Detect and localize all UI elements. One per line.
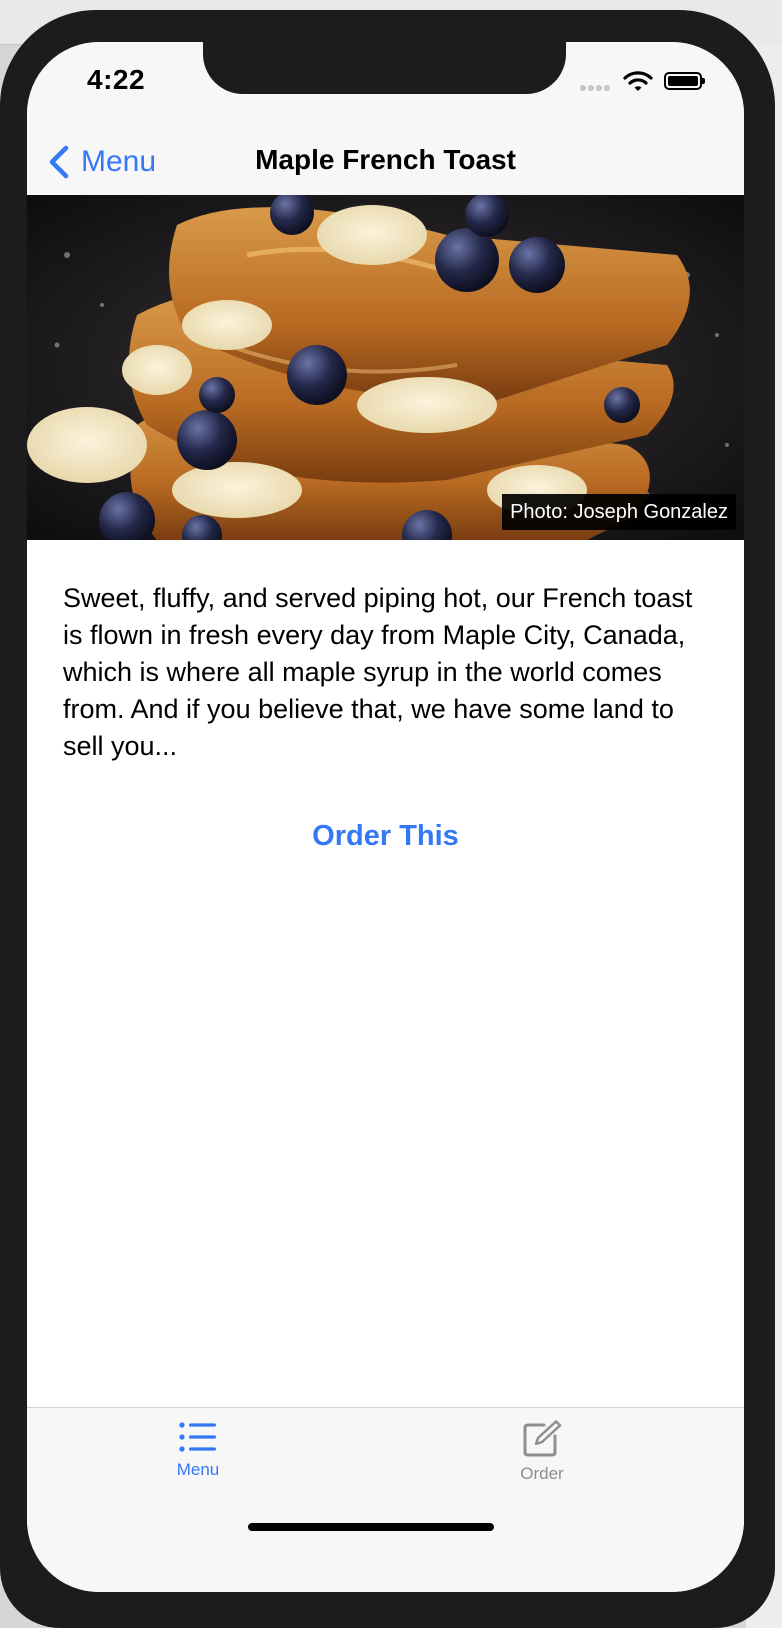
compose-icon bbox=[523, 1420, 562, 1457]
battery-icon bbox=[664, 72, 705, 90]
hero-image: Photo: Joseph Gonzalez bbox=[27, 195, 744, 540]
tab-menu[interactable]: Menu bbox=[138, 1420, 258, 1480]
tab-order[interactable]: Order bbox=[482, 1420, 602, 1484]
item-description: Sweet, fluffy, and served piping hot, ou… bbox=[63, 583, 693, 761]
page-title: Maple French Toast bbox=[255, 144, 516, 175]
tab-order-label: Order bbox=[520, 1464, 564, 1483]
photo-credit: Photo: Joseph Gonzalez bbox=[502, 494, 736, 530]
tab-menu-label: Menu bbox=[176, 1460, 220, 1479]
notch bbox=[203, 42, 566, 94]
status-time: 4:22 bbox=[87, 64, 146, 95]
cellular-signal-icon bbox=[580, 85, 612, 91]
phone-screen: 4:22 Menu Maple French Toast Photo: Jose… bbox=[27, 42, 744, 1592]
order-this-button[interactable]: Order This bbox=[27, 820, 744, 853]
home-indicator bbox=[248, 1523, 494, 1531]
wifi-icon bbox=[623, 71, 653, 91]
tab-bar: Menu Order bbox=[27, 1407, 744, 1592]
back-button-label: Menu bbox=[81, 145, 157, 178]
list-icon bbox=[179, 1422, 216, 1452]
phone-frame: 4:22 Menu Maple French Toast Photo: Jose… bbox=[0, 10, 775, 1628]
french-toast-photo bbox=[27, 195, 744, 540]
back-button[interactable]: Menu bbox=[47, 142, 156, 182]
chevron-left-icon bbox=[49, 145, 69, 179]
